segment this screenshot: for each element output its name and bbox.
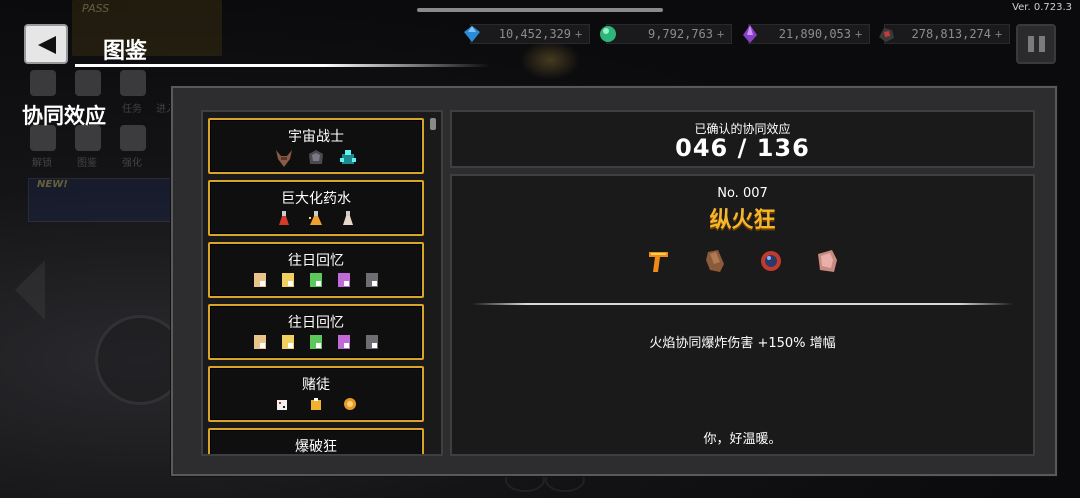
unlock-icon	[30, 70, 56, 96]
collection-icon	[75, 70, 101, 96]
synergy-detail-panel: No. 007 纵火狂 火焰协同爆炸伤害 +150% 增幅 你，好温暖。	[450, 174, 1035, 456]
synergy-title: 纵火狂	[709, 208, 776, 233]
coin-icon	[344, 398, 356, 410]
synergy-name: 赌徒	[302, 377, 330, 393]
scrollbar-track[interactable]	[430, 116, 436, 451]
brown-glove-icon	[705, 250, 724, 272]
confirmed-count-panel: 已确认的协同效应 046 / 136	[450, 110, 1035, 168]
background-glow	[520, 40, 580, 80]
horned-helmet-icon	[276, 150, 292, 167]
synergy-card[interactable]: 往日回忆	[208, 242, 424, 298]
purple-scroll-icon	[338, 335, 350, 349]
tan-scroll-icon	[254, 273, 266, 287]
currency-green[interactable]: 9,792,763 +	[600, 24, 732, 44]
menu-label-unlock: 解锁	[32, 158, 52, 169]
fire-boomerang-icon	[648, 252, 668, 272]
joystick-arrow-icon	[15, 260, 45, 320]
red-potion-icon	[279, 211, 289, 225]
scrollbar-thumb[interactable]	[430, 118, 436, 130]
yellow-scroll-icon	[282, 335, 294, 349]
confirmed-value: 046 / 136	[675, 134, 810, 162]
synergy-name: 宇宙战士	[288, 129, 344, 145]
gray-scroll-icon	[366, 273, 378, 287]
synergy-name: 巨大化药水	[281, 191, 351, 207]
green-scroll-icon	[310, 335, 322, 349]
add-icon[interactable]: +	[575, 28, 587, 40]
red-ore-icon	[879, 28, 894, 42]
synergy-card[interactable]: 巨大化药水	[208, 180, 424, 236]
version-label: Ver. 0.723.3	[1012, 2, 1072, 13]
top-handle-bar	[417, 8, 663, 12]
new-banner: NEW!	[28, 178, 178, 222]
menu-label-upgrade: 强化	[122, 158, 142, 169]
dice-icon	[277, 400, 287, 410]
task-icon	[120, 70, 146, 96]
tan-scroll-icon	[254, 335, 266, 349]
detail-divider	[472, 303, 1013, 305]
purple-scroll-icon	[338, 273, 350, 287]
currency-value: 278,813,274	[911, 27, 991, 41]
orange-potion-icon	[309, 211, 322, 225]
synergy-card[interactable]: 爆破狂	[208, 428, 424, 455]
synergy-panel: 宇宙战士 巨大化药水 往日回忆 往日回忆 赌徒 爆破狂 已确认的协同效应 046…	[171, 86, 1057, 476]
synergy-list[interactable]: 宇宙战士 巨大化药水 往日回忆 往日回忆 赌徒 爆破狂	[201, 110, 443, 456]
currency-purple[interactable]: 21,890,053 +	[743, 24, 870, 44]
synergy-name: 往日回忆	[288, 315, 344, 331]
header-divider	[75, 64, 490, 67]
section-title: 协同效应	[22, 104, 106, 128]
white-potion-icon	[343, 211, 353, 225]
raw-meat-icon	[817, 250, 837, 272]
menu-label-task: 任务	[122, 104, 142, 115]
synergy-name: 往日回忆	[288, 253, 344, 269]
currency-value: 9,792,763	[647, 27, 713, 41]
page-title: 图鉴	[103, 39, 148, 64]
synergy-flavor-text: 你，好温暖。	[703, 432, 782, 447]
menu-label-collection: 图鉴	[77, 158, 97, 169]
fire-orb-icon	[760, 251, 781, 271]
pause-button[interactable]	[1016, 24, 1056, 64]
currency-value: 10,452,329	[498, 27, 571, 41]
add-icon[interactable]: +	[995, 28, 1007, 40]
synergy-number: No. 007	[717, 186, 768, 201]
green-orb-icon	[600, 26, 616, 42]
currency-value: 21,890,053	[778, 27, 851, 41]
add-icon[interactable]: +	[717, 28, 729, 40]
cyan-crystal-icon	[340, 150, 356, 164]
synergy-name: 爆破狂	[295, 439, 337, 455]
synergy-card[interactable]: 宇宙战士	[208, 118, 424, 174]
dark-armor-icon	[309, 150, 323, 164]
green-scroll-icon	[310, 273, 322, 287]
currency-diamond[interactable]: 10,452,329 +	[464, 24, 590, 44]
purple-crystal-icon	[743, 25, 757, 43]
pouch-icon	[311, 398, 321, 410]
diamond-icon	[464, 26, 480, 42]
add-icon[interactable]: +	[855, 28, 867, 40]
synergy-card[interactable]: 往日回忆	[208, 304, 424, 360]
upgrade-icon	[120, 125, 146, 151]
yellow-scroll-icon	[282, 273, 294, 287]
synergy-card[interactable]: 赌徒	[208, 366, 424, 422]
back-button[interactable]	[24, 24, 68, 64]
currency-red[interactable]: 278,813,274 +	[879, 24, 1010, 44]
gray-scroll-icon	[366, 335, 378, 349]
synergy-effect: 火焰协同爆炸伤害 +150% 增幅	[649, 336, 836, 351]
